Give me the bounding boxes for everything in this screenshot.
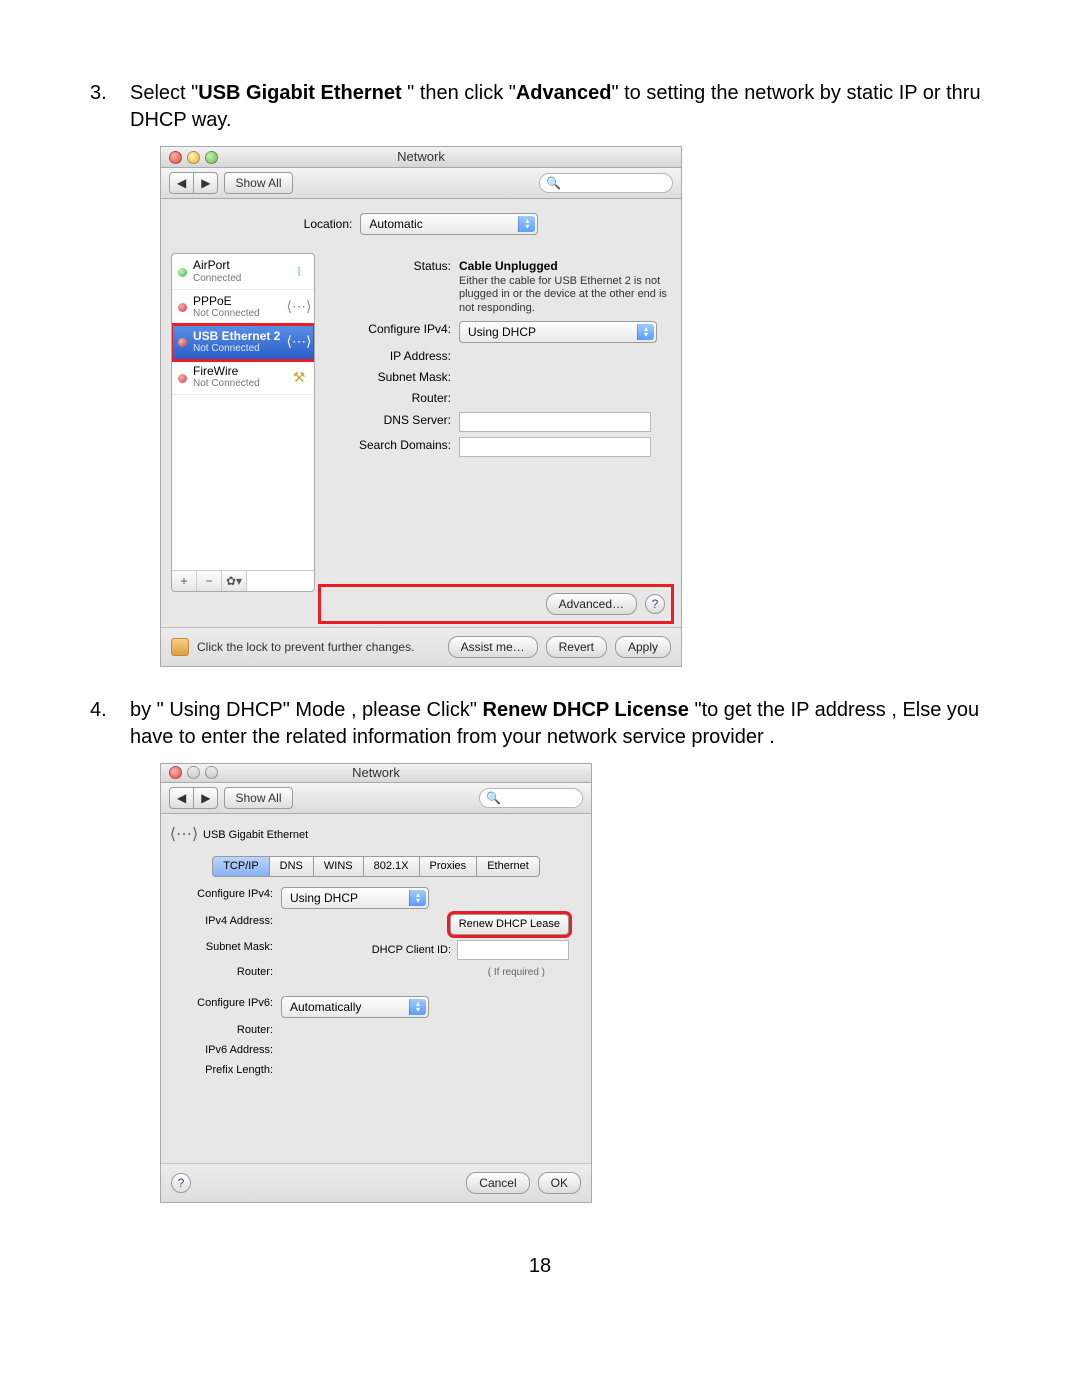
tab-ethernet[interactable]: Ethernet <box>477 856 540 877</box>
search-domains-field[interactable] <box>459 437 651 457</box>
firewire-icon: ⚒ <box>290 368 308 386</box>
sidebar-item-airport[interactable]: AirPortConnected ⧙ <box>172 254 314 289</box>
renew-dhcp-lease-button[interactable]: Renew DHCP Lease <box>450 914 569 935</box>
router-label: Router: <box>177 965 281 980</box>
configure-ipv4-popup[interactable]: Using DHCP ▴▾ <box>459 321 657 343</box>
advanced-button[interactable]: Advanced… <box>546 593 637 615</box>
dropdown-arrows-icon: ▴▾ <box>637 324 654 340</box>
step-3: 3. Select "USB Gigabit Ethernet " then c… <box>90 80 990 667</box>
ok-button[interactable]: OK <box>538 1172 581 1194</box>
dropdown-arrows-icon: ▴▾ <box>409 890 426 906</box>
window-title: Network <box>161 148 681 166</box>
service-name: USB Gigabit Ethernet <box>203 828 308 843</box>
back-button[interactable]: ◀ <box>169 787 194 809</box>
status-dot-icon <box>178 303 187 312</box>
dhcp-client-id-field[interactable] <box>457 940 569 960</box>
dropdown-arrows-icon: ▴▾ <box>518 216 535 232</box>
service-list[interactable]: AirPortConnected ⧙ PPPoENot Connected ⟨⋯… <box>171 253 315 592</box>
title-bar: Network <box>161 147 681 168</box>
ipv6-address-label: IPv6 Address: <box>177 1043 281 1058</box>
title-bar: Network <box>161 764 591 783</box>
dropdown-arrows-icon: ▴▾ <box>409 999 426 1015</box>
configure-ipv6-label: Configure IPv6: <box>177 996 281 1011</box>
tab-8021x[interactable]: 802.1X <box>364 856 420 877</box>
forward-button[interactable]: ▶ <box>194 787 218 809</box>
help-icon[interactable]: ? <box>171 1173 191 1193</box>
screenshot-network-prefs: Network ◀ ▶ Show All 🔍 Location: Automat… <box>160 146 682 667</box>
router6-label: Router: <box>177 1023 281 1038</box>
back-button[interactable]: ◀ <box>169 172 194 194</box>
location-label: Location: <box>304 216 353 232</box>
show-all-button[interactable]: Show All <box>224 787 292 809</box>
tab-proxies[interactable]: Proxies <box>420 856 478 877</box>
status-dot-icon <box>178 268 187 277</box>
cancel-button[interactable]: Cancel <box>466 1172 529 1194</box>
forward-button[interactable]: ▶ <box>194 172 218 194</box>
help-icon[interactable]: ? <box>645 594 665 614</box>
ipv4-address-label: IPv4 Address: <box>177 914 281 929</box>
screenshot-tcpip-sheet: Network ◀ ▶ Show All 🔍 ⟨⋯⟩ USB Gigabit E… <box>160 763 592 1203</box>
dns-server-label: DNS Server: <box>321 412 459 428</box>
lock-message: Click the lock to prevent further change… <box>197 639 414 655</box>
lock-icon[interactable] <box>171 638 189 656</box>
tab-tcpip[interactable]: TCP/IP <box>212 856 269 877</box>
add-service-button[interactable]: + <box>172 571 197 591</box>
status-description: Either the cable for USB Ethernet 2 is n… <box>459 275 669 316</box>
sidebar-item-firewire[interactable]: FireWireNot Connected ⚒ <box>172 360 314 395</box>
ethernet-icon: ⟨⋯⟩ <box>173 824 195 846</box>
if-required-note: ( If required ) <box>488 967 545 978</box>
tab-wins[interactable]: WINS <box>314 856 364 877</box>
apply-button[interactable]: Apply <box>615 636 671 658</box>
wifi-icon: ⧙ <box>290 262 308 280</box>
search-input[interactable]: 🔍 <box>539 173 673 193</box>
remove-service-button[interactable]: − <box>197 571 222 591</box>
subnet-mask-label: Subnet Mask: <box>177 940 281 955</box>
status-dot-icon <box>178 338 187 347</box>
tab-bar: TCP/IP DNS WINS 802.1X Proxies Ethernet <box>161 856 591 877</box>
configure-ipv6-popup[interactable]: Automatically ▴▾ <box>281 996 429 1018</box>
ethernet-icon: ⟨⋯⟩ <box>290 333 308 351</box>
step-3-number: 3. <box>90 80 107 107</box>
configure-ipv4-popup[interactable]: Using DHCP ▴▾ <box>281 887 429 909</box>
ip-address-label: IP Address: <box>321 348 459 364</box>
tab-dns[interactable]: DNS <box>270 856 314 877</box>
status-value: Cable Unplugged <box>459 259 558 273</box>
step-4-number: 4. <box>90 697 107 724</box>
configure-ipv4-label: Configure IPv4: <box>321 321 459 337</box>
sidebar-item-usb-ethernet[interactable]: USB Ethernet 2Not Connected ⟨⋯⟩ <box>172 325 314 360</box>
location-popup[interactable]: Automatic ▴▾ <box>360 213 538 235</box>
dhcp-client-id-label: DHCP Client ID: <box>372 943 451 958</box>
window-title: Network <box>161 764 591 782</box>
subnet-mask-label: Subnet Mask: <box>321 369 459 385</box>
step-4: 4. by " Using DHCP" Mode , please Click"… <box>90 697 990 1203</box>
prefix-length-label: Prefix Length: <box>177 1063 281 1078</box>
router-label: Router: <box>321 390 459 406</box>
search-domains-label: Search Domains: <box>321 437 459 453</box>
pppoe-icon: ⟨⋯⟩ <box>290 298 308 316</box>
revert-button[interactable]: Revert <box>546 636 607 658</box>
status-label: Status: <box>321 258 459 274</box>
toolbar: ◀ ▶ Show All 🔍 <box>161 783 591 814</box>
sidebar-item-pppoe[interactable]: PPPoENot Connected ⟨⋯⟩ <box>172 290 314 325</box>
page-number: 18 <box>90 1253 990 1280</box>
service-actions-button[interactable]: ✿▾ <box>222 571 247 591</box>
status-dot-icon <box>178 374 187 383</box>
toolbar: ◀ ▶ Show All 🔍 <box>161 168 681 199</box>
search-input[interactable]: 🔍 <box>479 788 583 808</box>
dns-server-field[interactable] <box>459 412 651 432</box>
configure-ipv4-label: Configure IPv4: <box>177 887 281 902</box>
show-all-button[interactable]: Show All <box>224 172 292 194</box>
assist-me-button[interactable]: Assist me… <box>448 636 538 658</box>
